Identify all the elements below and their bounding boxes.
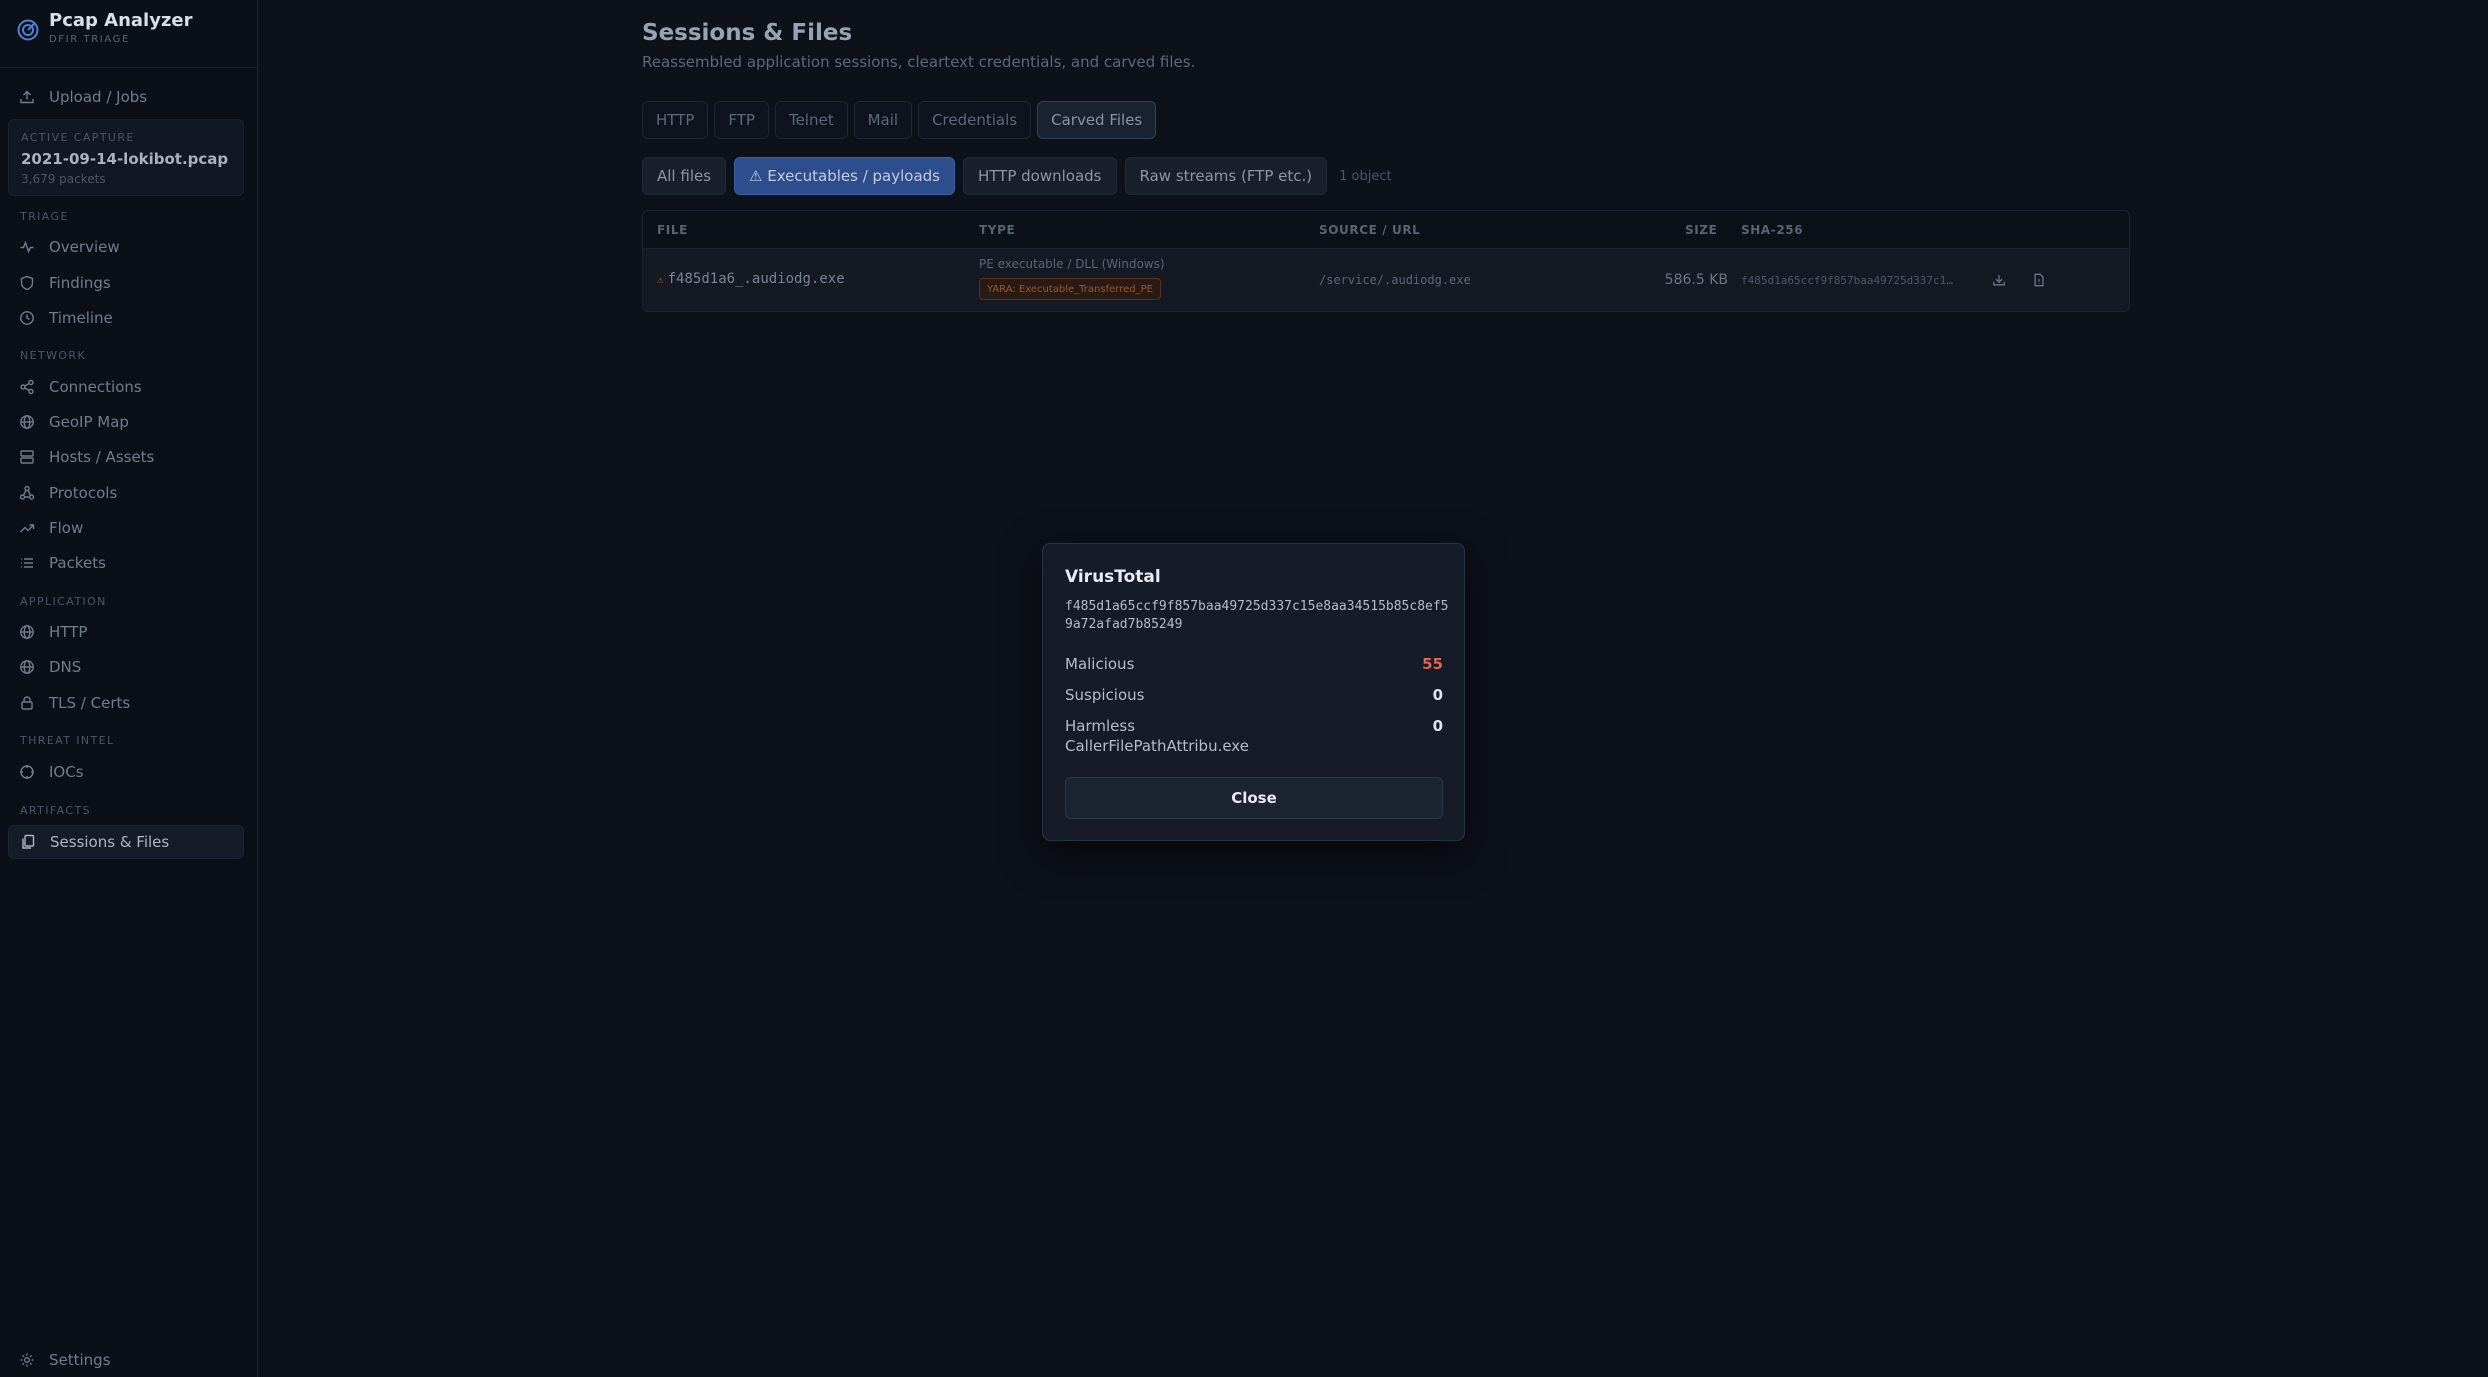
harmless-count: 0 xyxy=(1432,717,1443,735)
suspicious-count: 0 xyxy=(1432,686,1443,704)
malicious-label: Malicious xyxy=(1065,655,1135,673)
dialog-title: VirusTotal xyxy=(1065,567,1161,587)
detected-file-name: CallerFilePathAttribu.exe xyxy=(1065,737,1249,755)
harmless-label: Harmless xyxy=(1065,717,1136,735)
suspicious-row: Suspicious 0 xyxy=(1065,686,1443,706)
close-button[interactable]: Close xyxy=(1065,777,1443,819)
suspicious-label: Suspicious xyxy=(1065,686,1145,704)
harmless-row: Harmless 0 xyxy=(1065,717,1443,737)
app-root: Pcap Analyzer DFIR TRIAGE Upload / Jobs … xyxy=(0,0,2488,1377)
malicious-row: Malicious 55 xyxy=(1065,655,1443,675)
file-hash: f485d1a65ccf9f857baa49725d337c15e8aa3451… xyxy=(1065,599,1449,632)
virustotal-dialog: VirusTotal f485d1a65ccf9f857baa49725d337… xyxy=(1042,543,1465,841)
malicious-count: 55 xyxy=(1422,655,1443,673)
